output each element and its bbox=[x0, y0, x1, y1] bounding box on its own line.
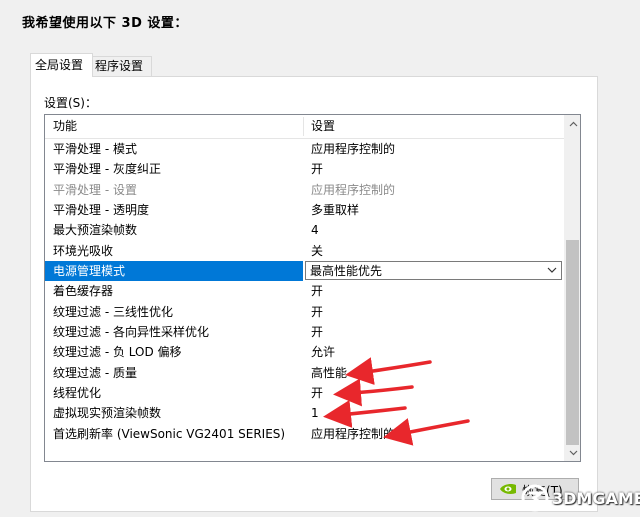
feature-value: 允许 bbox=[311, 345, 336, 360]
triangle-up-icon bbox=[569, 121, 577, 126]
table-row: 平滑处理 - 设置 应用程序控制的 bbox=[45, 180, 565, 200]
table-row-selected[interactable]: 电源管理模式 最高性能优先 bbox=[45, 261, 565, 282]
watermark-text: 3DMGAME bbox=[552, 489, 640, 508]
watermark: 3DMGAME bbox=[520, 482, 640, 514]
feature-name: 纹理过滤 - 三线性优化 bbox=[53, 304, 173, 319]
feature-value: 应用程序控制的 bbox=[311, 426, 396, 441]
table-row[interactable]: 虚拟现实预渲染帧数 1 bbox=[45, 403, 565, 423]
feature-value: 关 bbox=[311, 243, 324, 258]
feature-value: 开 bbox=[311, 162, 324, 177]
3dmgame-logo-icon bbox=[521, 484, 549, 512]
nvidia-logo-icon bbox=[500, 484, 516, 494]
power-mode-select[interactable]: 最高性能优先 bbox=[305, 261, 562, 281]
feature-name: 环境光吸收 bbox=[53, 243, 114, 258]
feature-name: 最大预渲染帧数 bbox=[53, 223, 138, 238]
scroll-thumb[interactable] bbox=[566, 240, 579, 445]
feature-name: 纹理过滤 - 各向异性采样优化 bbox=[53, 325, 209, 340]
vertical-scrollbar[interactable] bbox=[564, 115, 580, 461]
table-row[interactable]: 最大预渲染帧数 4 bbox=[45, 220, 565, 240]
tab-program-settings[interactable]: 程序设置 bbox=[90, 56, 152, 76]
scroll-down-button[interactable] bbox=[565, 444, 580, 461]
feature-name: 虚拟现实预渲染帧数 bbox=[53, 406, 162, 421]
feature-value: 1 bbox=[311, 406, 319, 421]
feature-name: 纹理过滤 - 质量 bbox=[53, 365, 137, 380]
triangle-down-icon bbox=[569, 450, 577, 455]
table-row[interactable]: 平滑处理 - 灰度纠正 开 bbox=[45, 159, 565, 179]
table-row[interactable]: 平滑处理 - 透明度 多重取样 bbox=[45, 200, 565, 220]
table-row[interactable]: 环境光吸收 关 bbox=[45, 241, 565, 261]
table-row[interactable]: 纹理过滤 - 各向异性采样优化 开 bbox=[45, 322, 565, 342]
global-settings-panel: 设置(S)： 功能 设置 平滑处理 - 模式 应用程序控制的 平滑处理 - 灰度… bbox=[30, 76, 598, 512]
feature-name: 着色缓存器 bbox=[53, 284, 114, 299]
feature-value: 高性能 bbox=[311, 365, 348, 380]
tab-global-settings[interactable]: 全局设置 bbox=[30, 53, 93, 77]
settings-label: 设置(S)： bbox=[44, 96, 97, 110]
feature-name: 首选刷新率 (ViewSonic VG2401 SERIES) bbox=[53, 426, 286, 441]
feature-value: 应用程序控制的 bbox=[311, 142, 396, 156]
list-header: 功能 设置 bbox=[45, 115, 565, 139]
chevron-down-icon[interactable] bbox=[547, 266, 557, 274]
feature-value: 多重取样 bbox=[311, 203, 360, 218]
feature-value: 开 bbox=[311, 284, 324, 299]
table-row[interactable]: 线程优化 开 bbox=[45, 383, 565, 403]
column-header-feature[interactable]: 功能 bbox=[53, 115, 77, 138]
table-row[interactable]: 平滑处理 - 模式 应用程序控制的 bbox=[45, 139, 565, 159]
feature-name: 平滑处理 - 模式 bbox=[53, 142, 137, 156]
select-value: 最高性能优先 bbox=[310, 264, 383, 279]
table-row[interactable]: 纹理过滤 - 质量 高性能 bbox=[45, 363, 565, 383]
table-row[interactable]: 首选刷新率 (ViewSonic VG2401 SERIES) 应用程序控制的 bbox=[45, 424, 565, 444]
feature-value: 开 bbox=[311, 386, 324, 401]
table-row[interactable]: 纹理过滤 - 负 LOD 偏移 允许 bbox=[45, 342, 565, 362]
table-row[interactable]: 纹理过滤 - 三线性优化 开 bbox=[45, 302, 565, 322]
feature-name: 平滑处理 - 灰度纠正 bbox=[53, 162, 161, 177]
scroll-up-button[interactable] bbox=[565, 115, 580, 132]
feature-name: 平滑处理 - 透明度 bbox=[53, 203, 149, 218]
settings-list: 功能 设置 平滑处理 - 模式 应用程序控制的 平滑处理 - 灰度纠正 开 平滑… bbox=[44, 114, 581, 462]
column-header-setting[interactable]: 设置 bbox=[311, 115, 335, 138]
table-row[interactable]: 着色缓存器 开 bbox=[45, 281, 565, 301]
settings-rows: 平滑处理 - 模式 应用程序控制的 平滑处理 - 灰度纠正 开 平滑处理 - 设… bbox=[45, 139, 565, 444]
feature-name: 平滑处理 - 设置 bbox=[53, 182, 137, 197]
feature-value: 开 bbox=[311, 325, 324, 340]
feature-name: 线程优化 bbox=[53, 386, 102, 401]
feature-name: 纹理过滤 - 负 LOD 偏移 bbox=[53, 345, 182, 360]
feature-name: 电源管理模式 bbox=[53, 264, 126, 279]
feature-value: 应用程序控制的 bbox=[311, 182, 396, 197]
feature-value: 4 bbox=[311, 223, 319, 238]
feature-value: 开 bbox=[311, 304, 324, 319]
column-divider[interactable] bbox=[303, 117, 304, 136]
page-heading: 我希望使用以下 3D 设置： bbox=[22, 16, 188, 31]
